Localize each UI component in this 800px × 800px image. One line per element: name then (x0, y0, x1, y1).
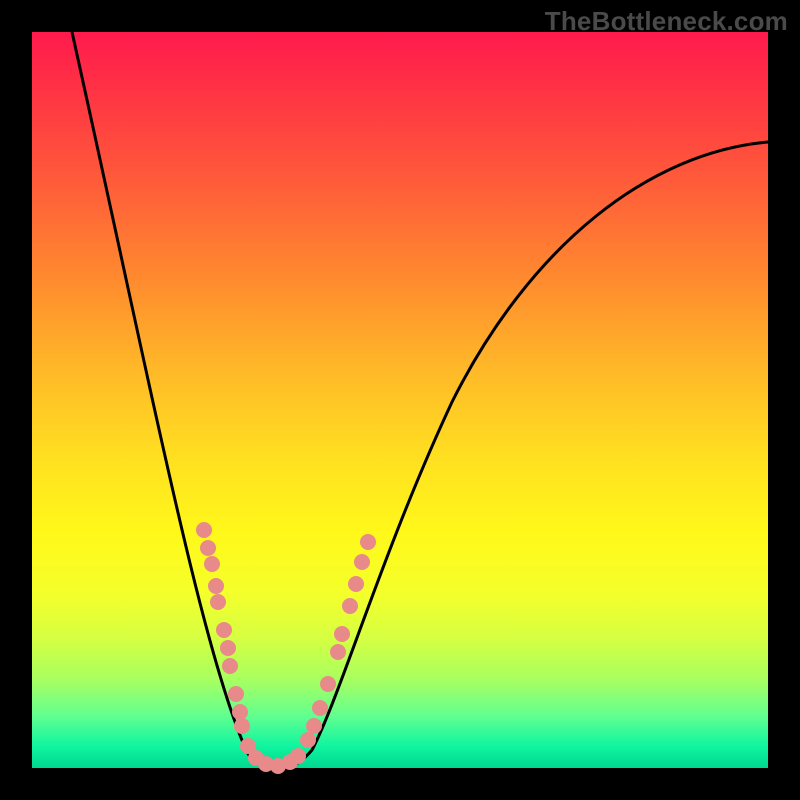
data-point (210, 594, 226, 610)
data-point (330, 644, 346, 660)
data-point (222, 658, 238, 674)
data-point (342, 598, 358, 614)
watermark-text: TheBottleneck.com (545, 6, 788, 37)
chart-svg (32, 32, 768, 768)
data-point (360, 534, 376, 550)
data-point (320, 676, 336, 692)
data-point (196, 522, 212, 538)
data-point (290, 748, 306, 764)
data-point (306, 718, 322, 734)
data-point (334, 626, 350, 642)
bottleneck-curve (72, 32, 768, 768)
data-point (354, 554, 370, 570)
data-point (204, 556, 220, 572)
data-point (312, 700, 328, 716)
data-point (234, 718, 250, 734)
data-point (228, 686, 244, 702)
data-point (208, 578, 224, 594)
data-point (216, 622, 232, 638)
data-points (196, 522, 376, 774)
data-point (232, 704, 248, 720)
data-point (220, 640, 236, 656)
chart-frame: TheBottleneck.com (0, 0, 800, 800)
data-point (348, 576, 364, 592)
plot-area (32, 32, 768, 768)
data-point (200, 540, 216, 556)
data-point (300, 732, 316, 748)
